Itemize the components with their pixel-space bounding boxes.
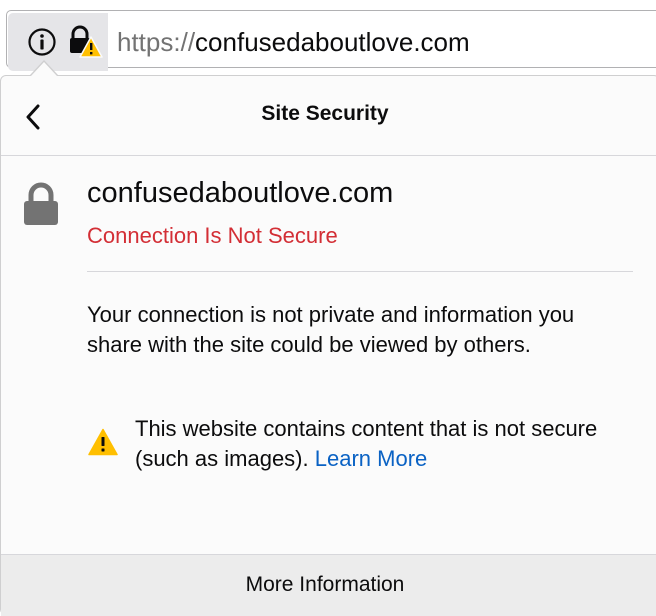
- lock-icon: [22, 182, 60, 226]
- panel-footer: More Information: [1, 554, 656, 616]
- separator: [87, 271, 633, 272]
- panel-arrow-fill: [31, 62, 57, 76]
- url-text[interactable]: https://confusedaboutlove.com: [117, 25, 470, 59]
- warning-icon: [88, 428, 118, 456]
- mixed-content-message: This website contains content that is no…: [135, 414, 615, 474]
- panel-title: Site Security: [261, 102, 389, 125]
- connection-status: Connection Is Not Secure: [87, 223, 338, 248]
- url-host: confusedaboutlove.com: [195, 27, 470, 57]
- lock-warning-icon[interactable]: [67, 25, 103, 59]
- connection-description: Your connection is not private and infor…: [87, 302, 575, 357]
- panel-header: Site Security: [1, 76, 656, 156]
- site-security-panel: Site Security confusedaboutlove.com Conn…: [0, 75, 656, 616]
- info-icon[interactable]: [27, 27, 57, 57]
- url-scheme: https://: [117, 27, 196, 57]
- learn-more-link[interactable]: Learn More: [315, 446, 428, 471]
- more-information-button[interactable]: More Information: [1, 555, 649, 615]
- site-host: confusedaboutlove.com: [87, 177, 394, 209]
